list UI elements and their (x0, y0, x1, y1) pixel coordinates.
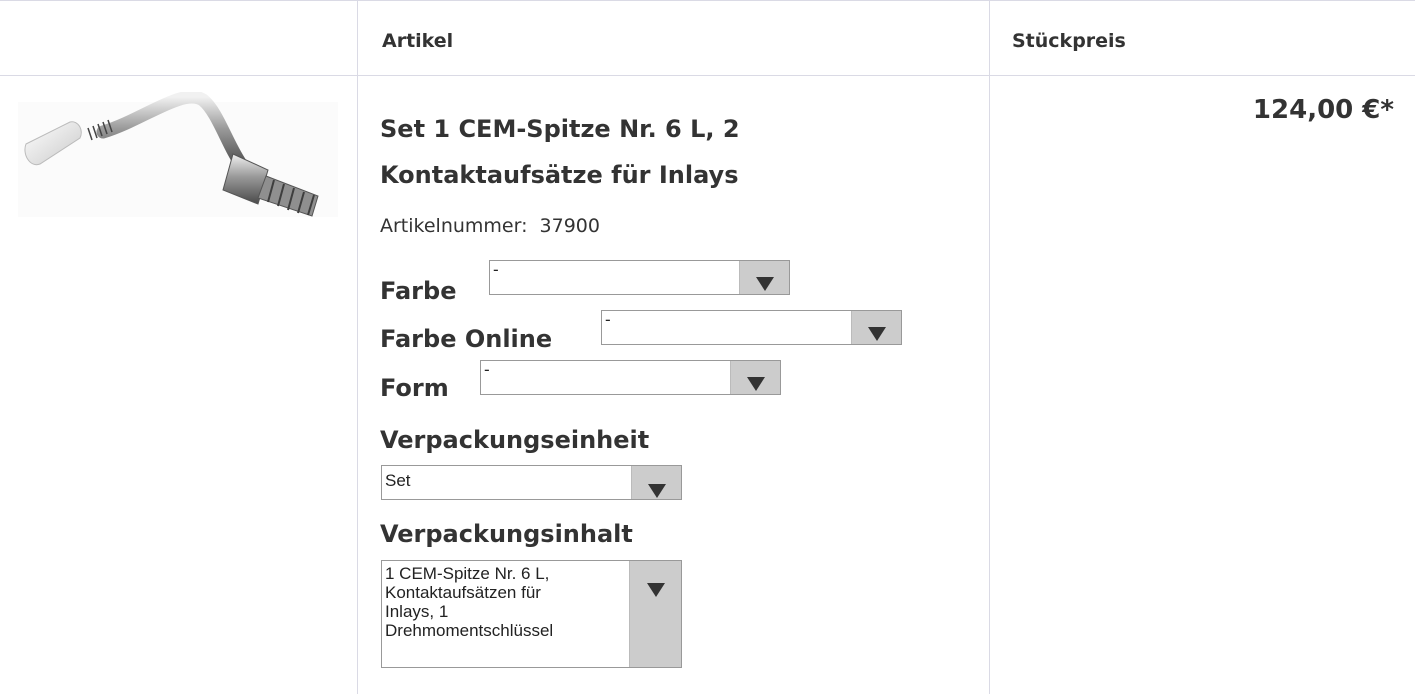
farbe-online-select-value: - (605, 310, 611, 329)
chevron-down-icon[interactable] (739, 261, 789, 294)
option-label-farbe: Farbe (380, 277, 457, 305)
chevron-down-icon[interactable] (730, 361, 780, 394)
farbe-select-value: - (493, 260, 499, 279)
verpackungsinhalt-line: 1 CEM-Spitze Nr. 6 L, (385, 564, 550, 583)
product-image[interactable] (18, 90, 343, 226)
form-select-value: - (484, 360, 490, 379)
header-bottom-border (0, 75, 1415, 76)
header-article: Artikel (382, 30, 454, 52)
farbe-select[interactable]: - (489, 260, 790, 295)
unit-price: 124,00 €* (1252, 95, 1394, 125)
table-top-border (0, 0, 1415, 1)
article-number-label: Artikelnummer: (380, 215, 528, 237)
option-label-verpackungsinhalt: Verpackungsinhalt (380, 520, 633, 548)
product-title[interactable]: Set 1 CEM-Spitze Nr. 6 L, 2 Kontaktaufsä… (380, 106, 900, 198)
dental-scaler-tip-image (18, 90, 338, 217)
option-label-verpackungseinheit: Verpackungseinheit (380, 426, 650, 454)
verpackungsinhalt-line: Drehmomentschlüssel (385, 621, 554, 640)
verpackungsinhalt-line: Inlays, 1 (385, 602, 449, 621)
farbe-online-select[interactable]: - (601, 310, 902, 345)
chevron-down-icon[interactable] (631, 466, 681, 499)
article-number-row: Artikelnummer: 37900 (380, 215, 600, 237)
form-select[interactable]: - (480, 360, 781, 395)
chevron-down-icon[interactable] (851, 311, 901, 344)
header-unit-price: Stückpreis (1012, 30, 1126, 52)
verpackungsinhalt-select[interactable]: 1 CEM-Spitze Nr. 6 L, Kontaktaufsätzen f… (381, 560, 682, 668)
chevron-down-icon[interactable] (629, 561, 681, 667)
option-label-farbe-online: Farbe Online (380, 325, 553, 353)
option-label-form: Form (380, 374, 449, 402)
verpackungsinhalt-select-value: 1 CEM-Spitze Nr. 6 L, Kontaktaufsätzen f… (385, 564, 630, 640)
article-number-value: 37900 (539, 215, 600, 237)
column-divider-2 (989, 0, 990, 694)
verpackungsinhalt-line: Kontaktaufsätzen für (385, 583, 541, 602)
column-divider-1 (357, 0, 358, 694)
verpackungseinheit-select-value: Set (385, 471, 411, 490)
verpackungseinheit-select[interactable]: Set (381, 465, 682, 500)
